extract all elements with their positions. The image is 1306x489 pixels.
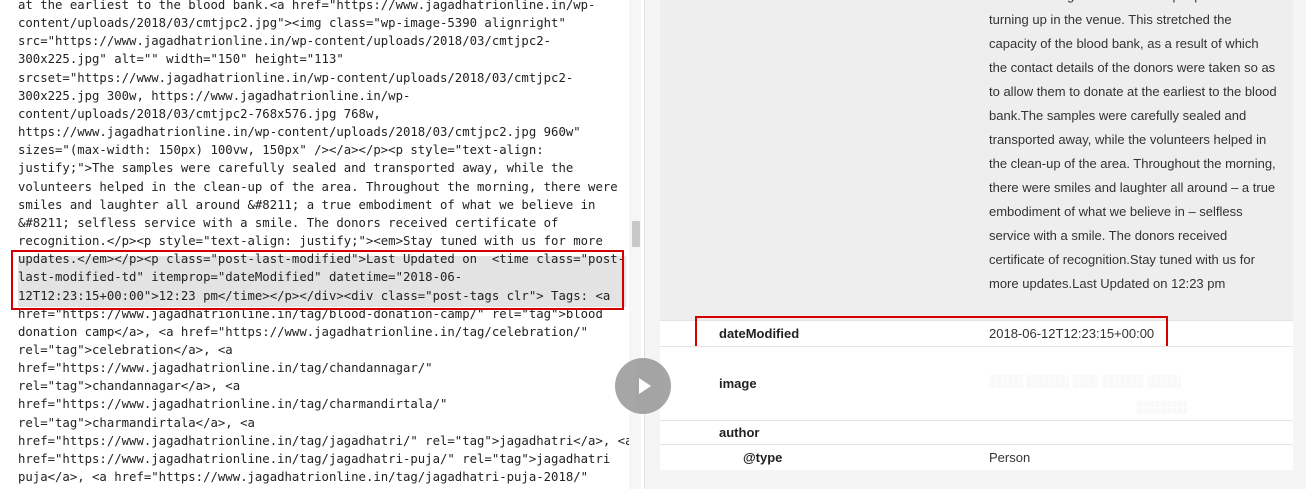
description-value: a carrier was great to see more people t… xyxy=(989,0,1277,291)
source-code-panel[interactable]: at the earliest to the blood bank.<a hre… xyxy=(0,0,640,489)
faded-image-details-2: ░░░░░░ xyxy=(1136,400,1188,414)
author-key: author xyxy=(719,425,760,440)
source-code-text[interactable]: at the earliest to the blood bank.<a hre… xyxy=(18,0,632,486)
play-button[interactable] xyxy=(615,358,671,414)
play-icon xyxy=(639,378,651,394)
source-highlight-frame xyxy=(11,250,624,310)
author-type-value: Person xyxy=(989,450,1031,465)
date-modified-highlight-frame xyxy=(695,316,1168,348)
author-type-key: @type xyxy=(743,450,783,465)
image-key: image xyxy=(719,376,757,391)
faded-image-details: ░░░░ ░░░░░ ░░░ ░░░░░ ░░░░ xyxy=(989,374,1181,388)
source-scrollbar-thumb[interactable] xyxy=(632,221,640,247)
